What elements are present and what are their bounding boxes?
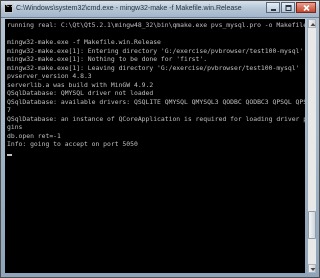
console-line: Info: going to accept on port 5050 bbox=[7, 140, 138, 148]
scroll-up-button[interactable] bbox=[308, 19, 316, 28]
console-line: mingw32-make.exe[1]: Nothing to be done … bbox=[7, 55, 208, 63]
console-window: C:\ C:\Windows\system32\cmd.exe - mingw3… bbox=[0, 0, 320, 278]
maximize-icon bbox=[285, 5, 292, 11]
console-line: QSqlDatabase: an instance of QCoreApplic… bbox=[7, 114, 305, 123]
console-line: serverlib.a was build with MinGW 4.9.2 bbox=[7, 80, 154, 89]
console-line: mingw32-make.exe[1]: Leaving directory '… bbox=[7, 63, 300, 72]
arrow-down-icon bbox=[310, 268, 316, 271]
minimize-icon bbox=[271, 9, 276, 11]
scrollbar-thumb[interactable] bbox=[308, 211, 316, 239]
close-button[interactable] bbox=[296, 2, 316, 13]
maximize-button[interactable] bbox=[281, 2, 295, 13]
minimize-button[interactable] bbox=[266, 2, 280, 13]
arrow-up-icon bbox=[310, 23, 316, 26]
console-output[interactable]: running real: C:\Qt\Qt5.2.1\mingw48_32\b… bbox=[5, 19, 305, 273]
console-line: 7 bbox=[7, 106, 11, 114]
console-line: db.open ret=-1 bbox=[7, 131, 61, 140]
console-line: mingw32-make.exe -f Makefile.win.Release bbox=[7, 38, 161, 46]
window-title: C:\Windows\system32\cmd.exe - mingw32-ma… bbox=[16, 5, 242, 12]
console-line: mingw32-make.exe[1]: Entering directory … bbox=[7, 46, 304, 55]
scroll-down-button[interactable] bbox=[308, 264, 316, 273]
title-bar[interactable]: C:\ C:\Windows\system32\cmd.exe - mingw3… bbox=[1, 1, 319, 18]
console-icon[interactable]: C:\ bbox=[4, 2, 17, 13]
console-line: gins bbox=[7, 123, 23, 131]
close-icon bbox=[303, 4, 310, 12]
console-line: QSqlDatabase: QMYSQL driver not loaded bbox=[7, 89, 154, 97]
vertical-scrollbar[interactable] bbox=[307, 19, 316, 273]
window-controls bbox=[265, 2, 316, 14]
console-line: pvserver_version 4.8.3 bbox=[7, 72, 92, 80]
text-cursor bbox=[7, 153, 12, 156]
console-lines: running real: C:\Qt\Qt5.2.1\mingw48_32\b… bbox=[7, 21, 305, 156]
console-line: QSqlDatabase: available drivers: QSQLITE… bbox=[7, 97, 305, 106]
console-line: running real: C:\Qt\Qt5.2.1\mingw48_32\b… bbox=[7, 21, 305, 29]
